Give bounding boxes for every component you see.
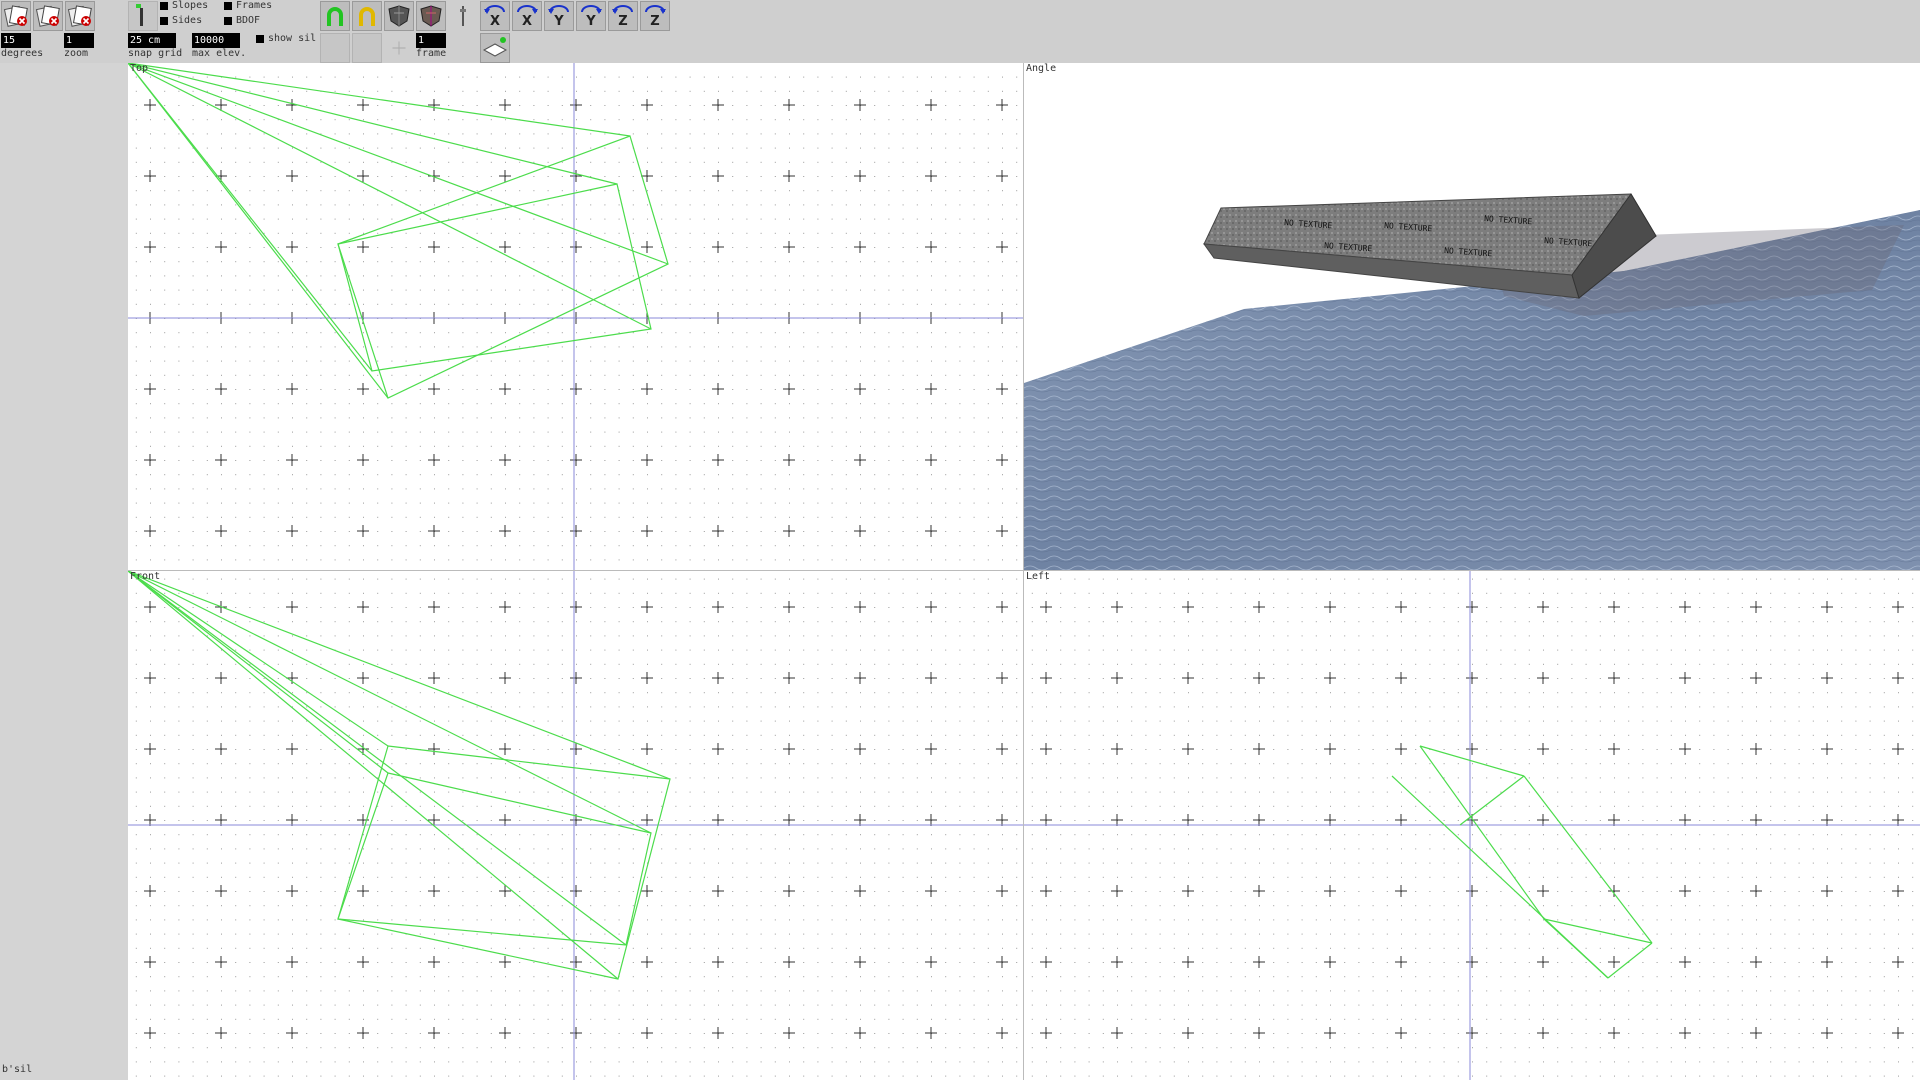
show-sil-label: show sil xyxy=(268,33,316,44)
rotate-arrow-icon: Z xyxy=(642,3,668,29)
snap-grid-label: snap grid xyxy=(128,48,182,59)
slopes-label: Slopes xyxy=(172,0,208,11)
texture-card-icon xyxy=(35,3,61,29)
editor-app: degrees zoom Slopes Sides Frames BDOF sn… xyxy=(0,0,1920,1080)
crosshair-icon xyxy=(385,34,413,62)
empty-tool-slot-1[interactable] xyxy=(320,33,350,63)
rotate-arrow-icon: Y xyxy=(546,3,572,29)
wireframe-inner xyxy=(338,773,651,945)
texture-button-3[interactable] xyxy=(65,1,95,31)
viewport-top-label: Top xyxy=(130,63,148,74)
viewport-left-label: Left xyxy=(1026,571,1050,582)
texture-button-2[interactable] xyxy=(33,1,63,31)
pole-tool-button[interactable] xyxy=(448,1,478,31)
bdof-label: BDOF xyxy=(236,15,260,26)
block-tool-button-1[interactable] xyxy=(384,1,414,31)
grid-dots xyxy=(1032,579,1913,1077)
front-grid xyxy=(128,571,1024,1080)
yellow-arch-button[interactable] xyxy=(352,1,382,31)
texture-button-1[interactable] xyxy=(1,1,31,31)
toolbar: degrees zoom Slopes Sides Frames BDOF sn… xyxy=(0,0,1920,63)
rotate-x-ccw-button[interactable]: X xyxy=(480,1,510,31)
grid-crosses xyxy=(1040,601,1904,1039)
empty-tool-slot-2[interactable] xyxy=(352,33,382,63)
rotate-x-cw-button[interactable]: X xyxy=(512,1,542,31)
angle-scene: NO TEXTURE NO TEXTURE NO TEXTURE NO TEXT… xyxy=(1024,63,1920,571)
status-text: b'sil xyxy=(0,1060,130,1080)
max-elev-input[interactable] xyxy=(192,33,240,48)
rotate-arrow-icon: X xyxy=(482,3,508,29)
texture-card-icon xyxy=(67,3,93,29)
left-grid xyxy=(1024,571,1920,1080)
rotate-arrow-icon: X xyxy=(514,3,540,29)
sides-toggle[interactable]: Sides xyxy=(160,15,202,26)
viewport-front[interactable]: Front xyxy=(128,571,1024,1080)
rotate-axis-label: Y xyxy=(585,14,596,29)
slopes-checkbox[interactable] xyxy=(160,2,168,10)
frames-checkbox[interactable] xyxy=(224,2,232,10)
rotate-axis-label: X xyxy=(490,14,500,29)
wireframe-edge xyxy=(128,571,670,979)
block-tool-button-2[interactable] xyxy=(416,1,446,31)
wireframe-edge xyxy=(128,63,630,184)
viewport-angle-label: Angle xyxy=(1026,63,1056,74)
show-sil-checkbox[interactable] xyxy=(256,35,264,43)
viewport-front-label: Front xyxy=(130,571,160,582)
viewport-angle[interactable]: Angle xyxy=(1024,63,1920,571)
rotate-axis-label: Y xyxy=(553,14,564,29)
frame-label: frame xyxy=(416,48,446,59)
pointer-tool-icon xyxy=(129,2,155,28)
wireframe-edge xyxy=(128,63,388,398)
snap-grid-input[interactable] xyxy=(128,33,176,48)
show-sil-toggle[interactable]: show sil xyxy=(256,33,316,44)
pole-icon xyxy=(450,3,476,29)
green-arch-button[interactable] xyxy=(320,1,350,31)
rotate-z-ccw-button[interactable]: Z xyxy=(608,1,638,31)
degrees-label: degrees xyxy=(1,48,43,59)
light-tool-button[interactable] xyxy=(128,1,158,31)
zoom-label: zoom xyxy=(64,48,88,59)
plane-icon xyxy=(482,35,508,61)
degrees-input[interactable] xyxy=(1,33,31,48)
plane-tool-button[interactable] xyxy=(480,33,510,63)
wireframe-inner xyxy=(338,184,651,371)
rotate-axis-label: X xyxy=(522,14,532,29)
viewport-top[interactable]: Top xyxy=(128,63,1024,571)
grid-crosses xyxy=(144,601,1008,1039)
viewport-divider-vertical[interactable] xyxy=(1023,63,1024,1080)
shield-block-icon xyxy=(386,3,412,29)
top-grid xyxy=(128,63,1024,571)
rotate-z-cw-button[interactable]: Z xyxy=(640,1,670,31)
frame-input[interactable] xyxy=(416,33,446,48)
textured-block: NO TEXTURE NO TEXTURE NO TEXTURE NO TEXT… xyxy=(1204,194,1656,298)
viewport-divider-horizontal[interactable] xyxy=(128,570,1920,571)
rotate-y-ccw-button[interactable]: Y xyxy=(544,1,574,31)
slopes-toggle[interactable]: Slopes xyxy=(160,0,208,11)
shield-block-icon xyxy=(418,3,444,29)
rotate-y-cw-button[interactable]: Y xyxy=(576,1,606,31)
viewport-left[interactable]: Left xyxy=(1024,571,1920,1080)
bdof-toggle[interactable]: BDOF xyxy=(224,15,260,26)
grid-dots xyxy=(136,579,1017,1077)
wireframe-left xyxy=(1392,746,1652,978)
frames-toggle[interactable]: Frames xyxy=(224,0,272,11)
rotate-axis-label: Z xyxy=(618,14,627,29)
zoom-input[interactable] xyxy=(64,33,94,48)
rotate-arrow-icon: Y xyxy=(578,3,604,29)
frames-label: Frames xyxy=(236,0,272,11)
texture-card-icon xyxy=(3,3,29,29)
wireframe-edge xyxy=(128,63,668,329)
side-panel xyxy=(0,63,128,1080)
crosshair-tool-button[interactable] xyxy=(384,33,414,63)
max-elev-label: max elev. xyxy=(192,48,246,59)
sides-checkbox[interactable] xyxy=(160,17,168,25)
rotate-arrow-icon: Z xyxy=(610,3,636,29)
sides-label: Sides xyxy=(172,15,202,26)
bdof-checkbox[interactable] xyxy=(224,17,232,25)
rotate-axis-label: Z xyxy=(650,14,659,29)
arch-icon xyxy=(322,3,348,29)
wireframe-outer xyxy=(338,136,668,398)
arch-icon xyxy=(354,3,380,29)
